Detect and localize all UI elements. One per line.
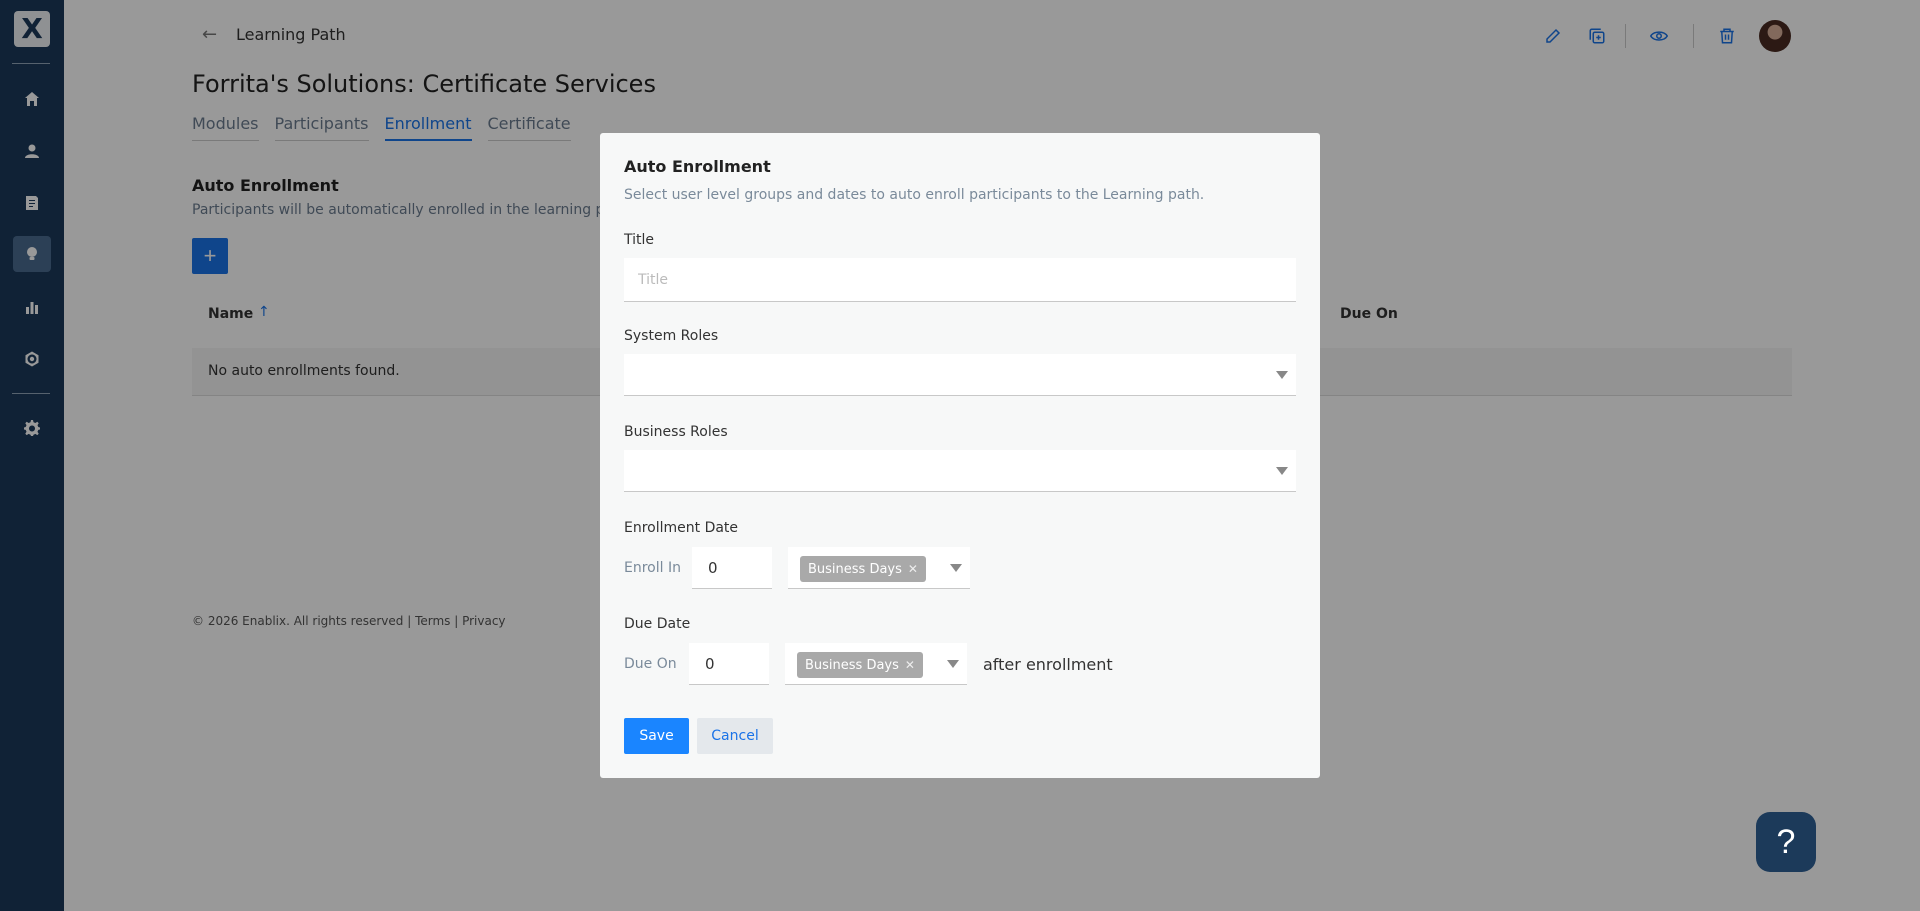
system-roles-select[interactable] <box>624 354 1296 396</box>
due-on-input[interactable] <box>689 643 769 685</box>
save-button[interactable]: Save <box>624 718 689 754</box>
dialog-title: Auto Enrollment <box>624 157 771 176</box>
dialog-description: Select user level groups and dates to au… <box>624 187 1205 203</box>
business-roles-label: Business Roles <box>624 424 728 440</box>
unit-chip: Business Days ✕ <box>797 652 923 678</box>
business-roles-select[interactable] <box>624 450 1296 492</box>
enroll-in-input[interactable] <box>692 547 772 589</box>
chip-label: Business Days <box>808 561 902 577</box>
after-enrollment-text: after enrollment <box>983 655 1113 674</box>
chevron-down-icon <box>947 660 959 668</box>
due-on-label: Due On <box>624 656 677 672</box>
due-unit-select[interactable]: Business Days ✕ <box>785 643 967 685</box>
chevron-down-icon <box>950 564 962 572</box>
enroll-unit-select[interactable]: Business Days ✕ <box>788 547 970 589</box>
title-input[interactable] <box>624 258 1296 302</box>
enrollment-date-label: Enrollment Date <box>624 520 739 536</box>
chevron-down-icon <box>1276 467 1288 475</box>
system-roles-label: System Roles <box>624 328 719 344</box>
close-icon[interactable]: ✕ <box>908 562 918 576</box>
auto-enrollment-dialog: Auto Enrollment Select user level groups… <box>600 133 1320 778</box>
cancel-button[interactable]: Cancel <box>697 718 773 754</box>
chevron-down-icon <box>1276 371 1288 379</box>
due-date-label: Due Date <box>624 616 691 632</box>
close-icon[interactable]: ✕ <box>905 658 915 672</box>
chip-label: Business Days <box>805 657 899 673</box>
title-label: Title <box>624 232 655 248</box>
unit-chip: Business Days ✕ <box>800 556 926 582</box>
enroll-in-label: Enroll In <box>624 560 681 576</box>
help-button[interactable]: ? <box>1756 812 1816 872</box>
